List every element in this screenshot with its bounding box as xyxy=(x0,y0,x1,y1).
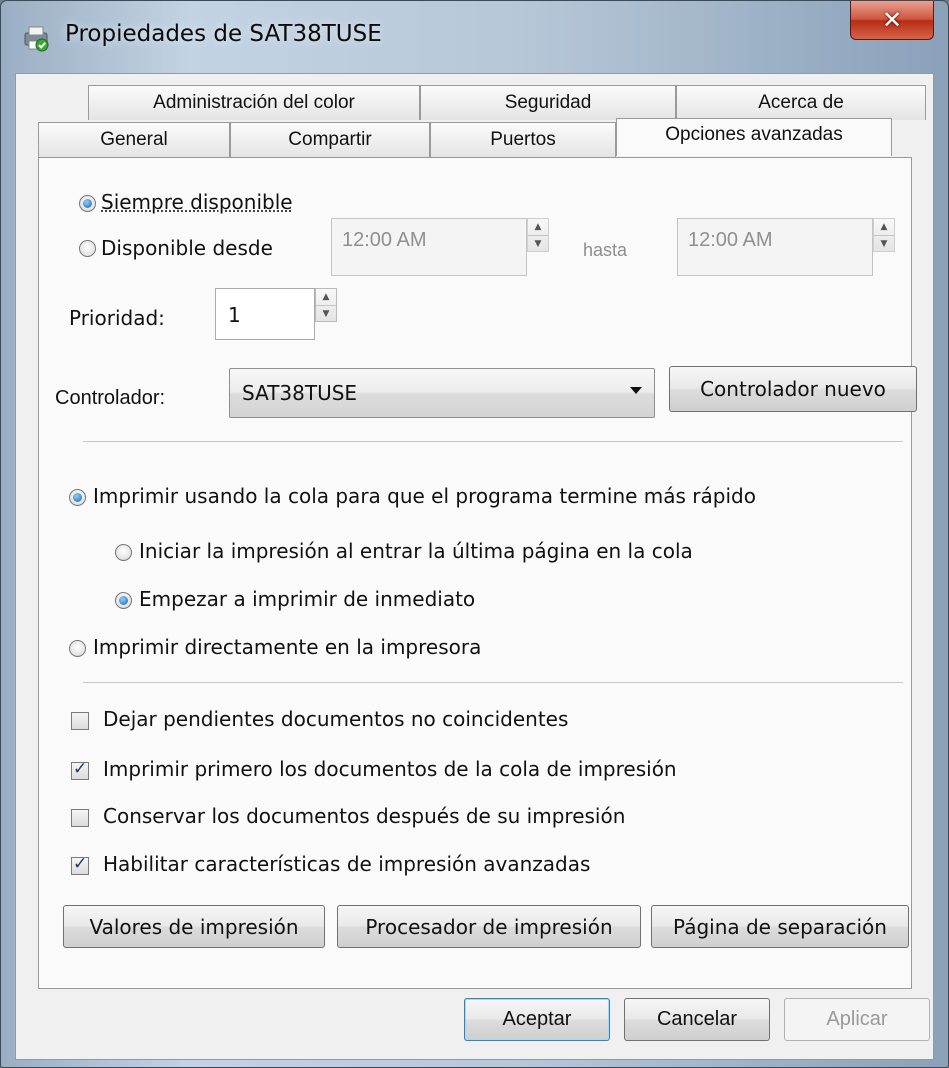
available-until-time-field[interactable]: 12:00 AM xyxy=(677,218,873,276)
dialog-client-area: Administración del color Seguridad Acerc… xyxy=(15,73,934,1060)
priority-label: Prioridad: xyxy=(69,306,165,330)
tab-label: Acerca de xyxy=(758,92,844,113)
print-direct-radio[interactable] xyxy=(69,640,86,657)
spin-down-icon[interactable]: ▼ xyxy=(874,235,894,251)
advanced-options-panel: Siempre disponible Disponible desde 12:0… xyxy=(38,157,917,989)
chevron-down-icon[interactable] xyxy=(630,387,642,394)
print-processor-label: Procesador de impresión xyxy=(365,914,613,939)
ok-button[interactable]: Aceptar xyxy=(464,998,610,1041)
priority-field[interactable]: 1 xyxy=(215,288,315,340)
available-until-spinner[interactable]: ▲ ▼ xyxy=(873,218,895,252)
new-driver-button[interactable]: Controlador nuevo xyxy=(669,366,917,412)
always-available-radio[interactable] xyxy=(79,195,96,212)
window-title: Propiedades de SAT38TUSE xyxy=(65,21,382,47)
priority-spinner[interactable]: ▲ ▼ xyxy=(315,288,337,322)
tab-color-management[interactable]: Administración del color xyxy=(88,85,420,120)
tab-sharing[interactable]: Compartir xyxy=(230,122,430,157)
available-from-time-field[interactable]: 12:00 AM xyxy=(331,218,527,276)
spool-label[interactable]: Imprimir usando la cola para que el prog… xyxy=(93,484,756,508)
start-immediately-radio[interactable] xyxy=(115,592,132,609)
apply-button[interactable]: Aplicar xyxy=(784,998,930,1041)
tab-security[interactable]: Seguridad xyxy=(420,85,676,120)
print-direct-label[interactable]: Imprimir directamente en la impresora xyxy=(93,635,481,659)
title-bar[interactable]: Propiedades de SAT38TUSE ✕ xyxy=(1,1,948,73)
driver-selected-value: SAT38TUSE xyxy=(242,381,358,405)
hold-mismatched-checkbox[interactable] xyxy=(71,712,89,730)
available-from-spinner[interactable]: ▲ ▼ xyxy=(527,218,549,252)
advanced-features-checkbox[interactable] xyxy=(71,854,89,875)
cancel-button[interactable]: Cancelar xyxy=(624,998,770,1041)
start-after-last-page-label[interactable]: Iniciar la impresión al entrar la última… xyxy=(139,539,693,563)
printing-defaults-button[interactable]: Valores de impresión xyxy=(63,905,325,948)
print-processor-button[interactable]: Procesador de impresión xyxy=(337,905,641,948)
tab-advanced-options[interactable]: Opciones avanzadas xyxy=(616,118,892,156)
spin-up-icon[interactable]: ▲ xyxy=(528,219,548,235)
keep-printed-label[interactable]: Conservar los documentos después de su i… xyxy=(103,804,625,828)
printing-defaults-label: Valores de impresión xyxy=(89,914,299,939)
advanced-features-label[interactable]: Habilitar características de impresión a… xyxy=(103,852,590,876)
separator-page-label: Página de separación xyxy=(673,914,887,939)
close-button[interactable]: ✕ xyxy=(850,1,934,40)
driver-label: Controlador: xyxy=(55,387,166,409)
printer-icon xyxy=(24,26,49,52)
close-icon: ✕ xyxy=(881,6,903,34)
tab-label: Seguridad xyxy=(504,92,592,113)
separator-1 xyxy=(83,441,903,442)
new-driver-button-label: Controlador nuevo xyxy=(700,377,886,401)
tab-general[interactable]: General xyxy=(38,122,230,157)
cancel-button-label: Cancelar xyxy=(656,1008,738,1030)
tab-label: General xyxy=(100,129,168,150)
apply-button-label: Aplicar xyxy=(826,1008,888,1030)
keep-printed-checkbox[interactable] xyxy=(71,809,89,827)
spin-up-icon[interactable]: ▲ xyxy=(316,289,336,305)
available-from-radio[interactable] xyxy=(79,240,96,257)
separator-page-button[interactable]: Página de separación xyxy=(651,905,909,948)
print-spooled-first-label[interactable]: Imprimir primero los documentos de la co… xyxy=(103,757,677,781)
spin-up-icon[interactable]: ▲ xyxy=(874,219,894,235)
available-from-label[interactable]: Disponible desde xyxy=(101,236,273,260)
tab-label: Compartir xyxy=(288,129,372,150)
spin-down-icon[interactable]: ▼ xyxy=(316,305,336,321)
tab-about[interactable]: Acerca de xyxy=(676,85,926,120)
printer-properties-window: Propiedades de SAT38TUSE ✕ Administració… xyxy=(0,0,949,1068)
tab-label: Opciones avanzadas xyxy=(665,124,843,145)
tab-label: Puertos xyxy=(490,129,556,150)
tab-label: Administración del color xyxy=(153,92,355,113)
spin-down-icon[interactable]: ▼ xyxy=(528,235,548,251)
tab-ports[interactable]: Puertos xyxy=(430,122,616,157)
until-label: hasta xyxy=(583,240,628,260)
driver-dropdown[interactable]: SAT38TUSE xyxy=(229,368,655,418)
spool-radio[interactable] xyxy=(69,489,86,506)
start-after-last-page-radio[interactable] xyxy=(115,544,132,561)
ok-button-label: Aceptar xyxy=(502,1008,572,1030)
start-immediately-label[interactable]: Empezar a imprimir de inmediato xyxy=(139,587,475,611)
separator-2 xyxy=(83,682,903,683)
hold-mismatched-label[interactable]: Dejar pendientes documentos no coinciden… xyxy=(103,707,568,731)
print-spooled-first-checkbox[interactable] xyxy=(71,759,89,780)
always-available-label[interactable]: Siempre disponible xyxy=(101,190,293,214)
